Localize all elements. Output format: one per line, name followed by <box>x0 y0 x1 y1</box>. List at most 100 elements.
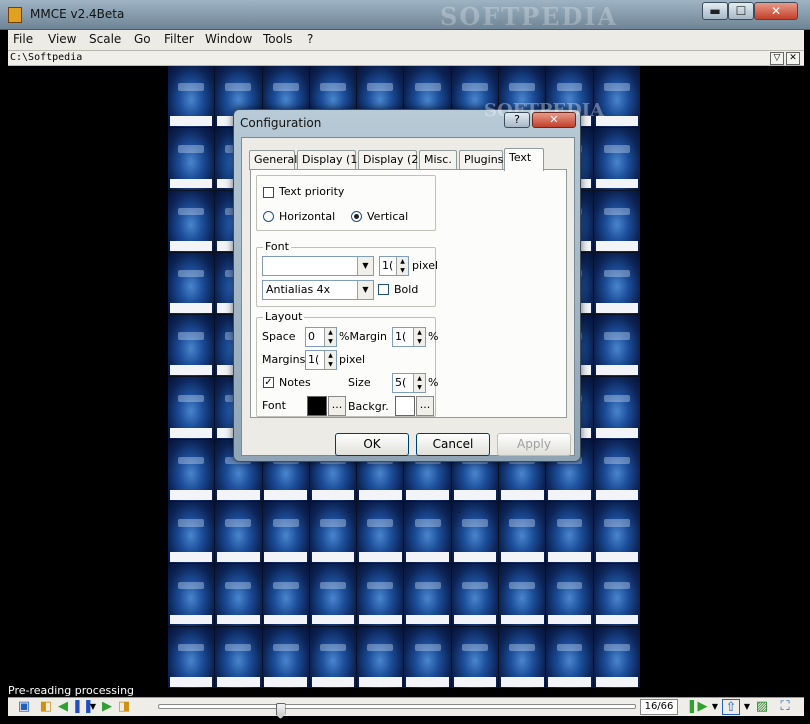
spin-arrows-icon[interactable]: ▲ ▼ <box>324 328 336 346</box>
fit-icon[interactable]: ⛶ <box>776 699 794 715</box>
tab-plugins[interactable]: Plugins <box>459 150 503 170</box>
space-stepper[interactable]: 0 ▲ ▼ <box>305 327 337 347</box>
slider-handle[interactable] <box>275 703 286 719</box>
thumbnail[interactable] <box>309 502 357 564</box>
thumbnail[interactable] <box>309 626 357 688</box>
thumbnail[interactable] <box>593 315 640 377</box>
thumbnail[interactable] <box>546 502 593 564</box>
chevron-down-icon[interactable]: ▼ <box>88 699 98 715</box>
thumbnail[interactable] <box>593 564 640 626</box>
spin-arrows-icon[interactable]: ▲ ▼ <box>324 351 336 369</box>
path-close-button[interactable]: ✕ <box>786 52 800 65</box>
path-dropdown-button[interactable]: ▽ <box>770 52 784 65</box>
dialog-help-button[interactable]: ? <box>504 112 530 128</box>
margins-stepper[interactable]: 1( ▲ ▼ <box>305 350 337 370</box>
thumbnail[interactable] <box>593 190 640 252</box>
thumbnail[interactable] <box>593 502 640 564</box>
menu-view[interactable]: View <box>48 32 76 46</box>
thumbnail[interactable] <box>168 626 215 688</box>
thumbnail[interactable] <box>168 564 215 626</box>
menu-filter[interactable]: Filter <box>164 32 194 46</box>
thumbnail[interactable] <box>168 190 215 252</box>
thumbnail[interactable] <box>262 626 309 688</box>
play-icon[interactable]: ❚▶ <box>686 699 708 715</box>
thumbnail[interactable] <box>404 626 451 688</box>
text-priority-checkbox[interactable] <box>263 187 274 198</box>
notes-checkbox[interactable]: ✓ <box>263 377 274 388</box>
chevron-down-icon[interactable]: ▼ <box>742 699 752 715</box>
thumbnail[interactable] <box>168 439 215 502</box>
horizontal-radio[interactable] <box>263 211 274 222</box>
thumbnail[interactable] <box>215 564 262 626</box>
thumbnail[interactable] <box>357 564 404 626</box>
position-slider[interactable] <box>158 703 636 719</box>
thumbnail[interactable] <box>546 626 593 688</box>
thumbnail[interactable] <box>593 252 640 315</box>
spin-arrows-icon[interactable]: ▲ ▼ <box>413 374 425 392</box>
thumbnail[interactable] <box>357 502 404 564</box>
chevron-down-icon[interactable]: ▼ <box>710 699 720 715</box>
margin-stepper[interactable]: 1( ▲ ▼ <box>392 327 426 347</box>
background-color-picker-button[interactable]: ... <box>416 396 434 416</box>
thumbnail[interactable] <box>593 128 640 190</box>
folder-back-icon[interactable]: ◧ <box>38 699 54 715</box>
thumbnail[interactable] <box>404 564 451 626</box>
tab-display-2[interactable]: Display (2) <box>358 150 423 170</box>
thumbnail[interactable] <box>357 626 404 688</box>
upload-icon[interactable]: ⇧ <box>722 699 740 715</box>
thumbnail[interactable] <box>262 564 309 626</box>
antialias-select[interactable]: Antialias 4x ▼ <box>262 280 374 300</box>
thumbnail[interactable] <box>451 502 499 564</box>
next-icon[interactable]: ▶ <box>100 699 114 715</box>
thumbnail[interactable] <box>404 502 451 564</box>
pause-icon[interactable]: ❚❚ <box>72 699 94 715</box>
thumbnail[interactable] <box>215 502 262 564</box>
thumbnail[interactable] <box>262 502 309 564</box>
close-button[interactable]: ✕ <box>754 2 798 20</box>
thumbnail[interactable] <box>451 626 499 688</box>
thumbnail[interactable] <box>168 315 215 377</box>
cancel-button[interactable]: Cancel <box>416 433 490 456</box>
vertical-radio[interactable] <box>351 211 362 222</box>
thumbnail[interactable] <box>168 66 215 128</box>
thumbnail[interactable] <box>168 502 215 564</box>
thumbnail[interactable] <box>499 502 546 564</box>
tab-misc[interactable]: Misc. <box>419 150 457 170</box>
spin-arrows-icon[interactable]: ▲ ▼ <box>413 328 425 346</box>
thumbnail[interactable] <box>546 564 593 626</box>
menu-window[interactable]: Window <box>205 32 252 46</box>
image-icon[interactable]: ▨ <box>754 699 770 715</box>
apply-button[interactable]: Apply <box>497 433 571 456</box>
thumbnail[interactable] <box>593 626 640 688</box>
thumbnail[interactable] <box>168 377 215 439</box>
prev-icon[interactable]: ◀ <box>56 699 70 715</box>
menu-scale[interactable]: Scale <box>89 32 121 46</box>
menu-file[interactable]: File <box>13 32 33 46</box>
notes-size-stepper[interactable]: 5( ▲ ▼ <box>392 373 426 393</box>
font-color-swatch[interactable] <box>307 396 327 416</box>
thumbnail[interactable] <box>499 626 546 688</box>
font-size-stepper[interactable]: 1( ▲ ▼ <box>379 256 409 276</box>
thumbnail[interactable] <box>168 252 215 315</box>
thumbnail[interactable] <box>593 439 640 502</box>
page-icon[interactable]: ▣ <box>16 699 32 715</box>
tab-text[interactable]: Text <box>504 148 544 171</box>
folder-forward-icon[interactable]: ◨ <box>116 699 132 715</box>
spin-arrows-icon[interactable]: ▲ ▼ <box>396 257 408 275</box>
thumbnail[interactable] <box>451 564 499 626</box>
font-color-picker-button[interactable]: ... <box>328 396 346 416</box>
thumbnail[interactable] <box>309 564 357 626</box>
dialog-close-button[interactable]: ✕ <box>532 112 576 128</box>
bold-checkbox[interactable] <box>378 284 389 295</box>
menu-help[interactable]: ? <box>307 32 313 46</box>
thumbnail[interactable] <box>215 626 262 688</box>
tab-general[interactable]: General <box>249 150 297 170</box>
ok-button[interactable]: OK <box>335 433 409 456</box>
thumbnail[interactable] <box>593 377 640 439</box>
font-name-select[interactable]: ▼ <box>262 256 374 276</box>
tab-display-1[interactable]: Display (1) <box>297 150 362 170</box>
background-color-swatch[interactable] <box>395 396 415 416</box>
minimize-button[interactable]: ▬ <box>702 2 728 20</box>
menu-go[interactable]: Go <box>134 32 151 46</box>
thumbnail[interactable] <box>499 564 546 626</box>
